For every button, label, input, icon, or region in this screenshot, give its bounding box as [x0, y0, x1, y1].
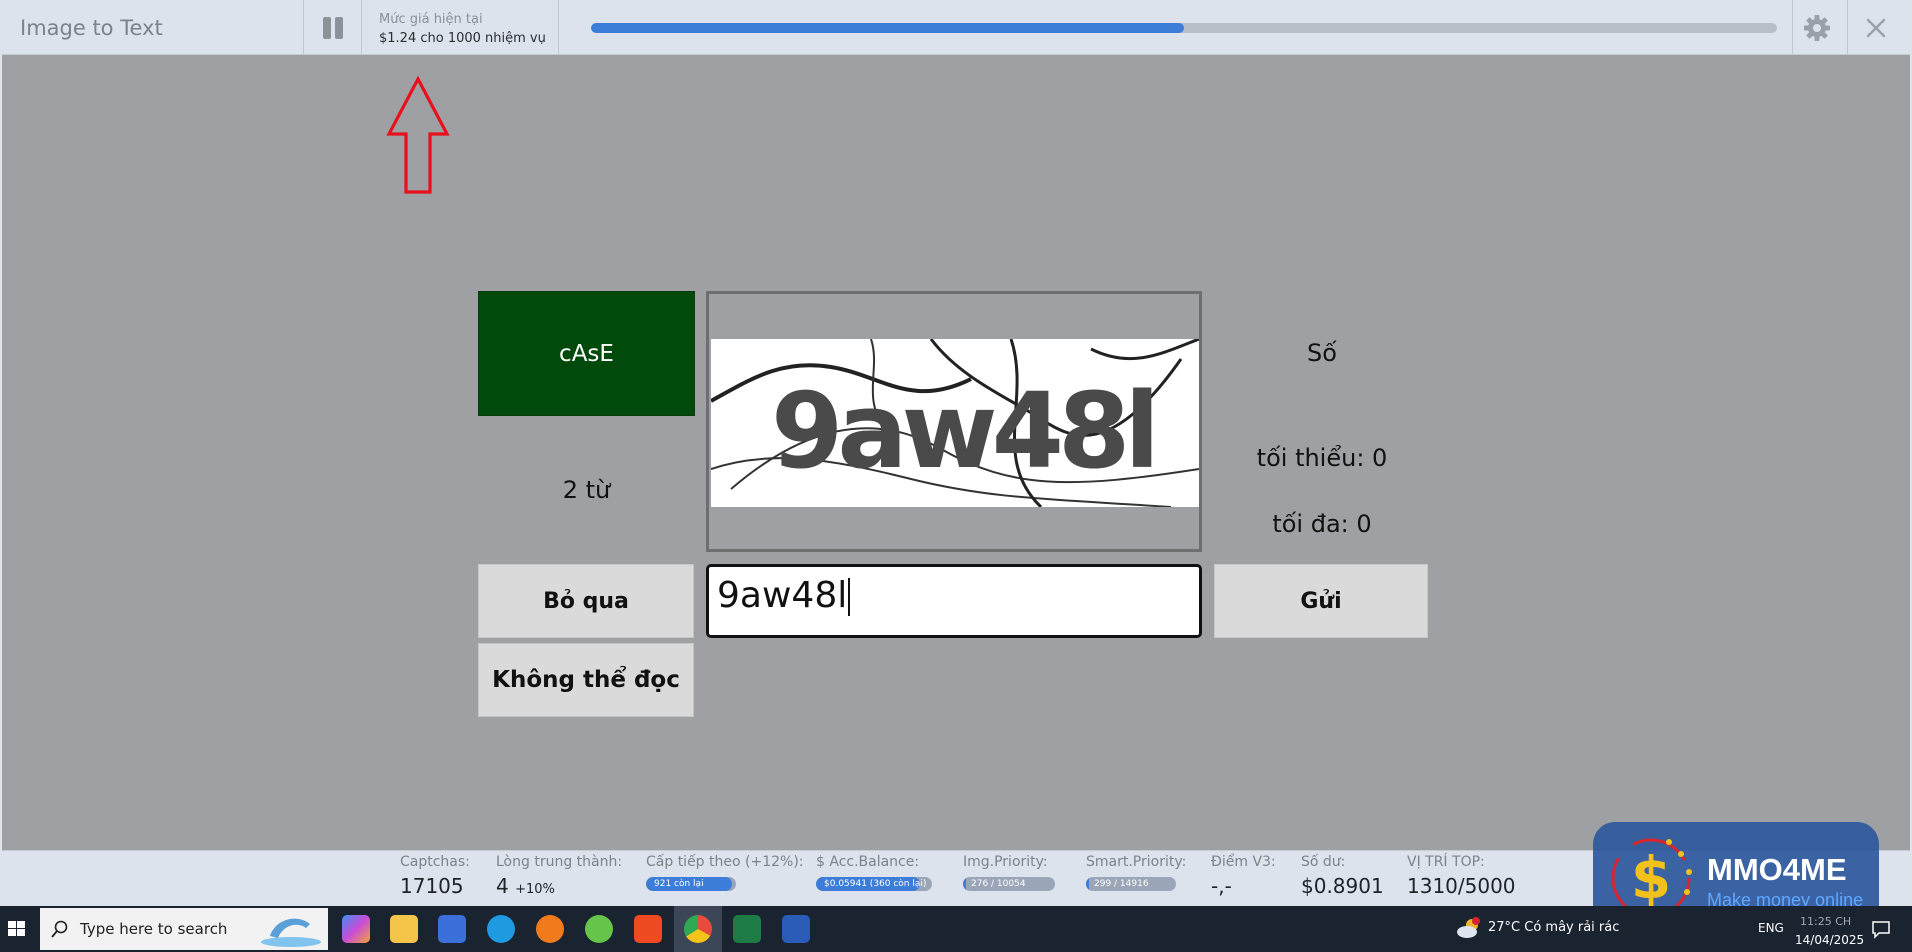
stat-next-level: Cấp tiếp theo (+12%): 921 còn lại [646, 854, 804, 891]
divider [1847, 0, 1848, 55]
annotation-arrow-icon [386, 76, 450, 194]
price-value: $1.24 cho 1000 nhiệm vụ [379, 31, 546, 46]
app-icon[interactable] [585, 915, 613, 943]
next-level-bar: 921 còn lại [646, 877, 736, 891]
close-icon[interactable] [1860, 12, 1892, 44]
language-indicator[interactable]: ENG [1758, 921, 1784, 935]
captcha-image: 9aw48l [711, 339, 1199, 507]
skip-button[interactable]: Bỏ qua [478, 564, 694, 638]
word-icon[interactable] [782, 915, 810, 943]
smart-priority-bar: 299 / 14916 [1086, 877, 1176, 891]
stat-v3-score: Điểm V3: -,- [1211, 854, 1276, 898]
stat-label: Điểm V3: [1211, 854, 1276, 870]
clock-time: 11:25 CH [1800, 915, 1852, 928]
acc-balance-bar: $0.05941 (360 còn lại) [816, 877, 932, 891]
divider [558, 0, 559, 55]
price-label: Mức giá hiện tại [379, 12, 483, 27]
excel-icon[interactable] [733, 915, 761, 943]
stat-value: -,- [1211, 874, 1232, 898]
watermark-title: MMO4ME [1707, 852, 1847, 887]
stat-label: Cấp tiếp theo (+12%): [646, 854, 804, 870]
stat-value: 1310/5000 [1407, 874, 1516, 898]
notification-icon[interactable] [1870, 918, 1892, 940]
stat-label: Captchas: [400, 854, 470, 870]
img-priority-text: 276 / 10054 [971, 879, 1026, 889]
pause-icon [335, 17, 343, 39]
taskbar-search-box[interactable]: Type here to search [40, 908, 328, 950]
captcha-app-window: Image to Text Mức giá hiện tại $1.24 cho… [0, 0, 1912, 906]
windows-taskbar: Type here to search 27°C Có mây rải rác … [0, 906, 1912, 952]
file-explorer-icon[interactable] [390, 915, 418, 943]
weather-text: 27°C Có mây rải rác [1488, 920, 1620, 935]
search-icon [51, 920, 68, 938]
stat-label: Img.Priority: [963, 854, 1048, 870]
captcha-image-frame: 9aw48l [706, 291, 1202, 552]
brave-icon[interactable] [634, 915, 662, 943]
pause-button[interactable] [304, 0, 360, 55]
weather-icon[interactable] [1456, 916, 1482, 940]
word-count-hint: 2 từ [562, 476, 611, 504]
svg-text:$: $ [1631, 844, 1671, 912]
acc-balance-text: $0.05941 (360 còn lại) [824, 879, 927, 889]
dolphin-icon [261, 918, 321, 947]
loyalty-value: 4 [496, 874, 509, 898]
next-level-text: 921 còn lại [654, 879, 704, 889]
divider [361, 0, 362, 55]
stat-loyalty: Lòng trung thành: 4 +10% [496, 854, 622, 898]
firefox-icon[interactable] [536, 915, 564, 943]
stat-img-priority: Img.Priority: 276 / 10054 [963, 854, 1055, 891]
min-length-hint: tối thiểu: 0 [1256, 444, 1388, 472]
send-button[interactable]: Gửi [1214, 564, 1428, 638]
stat-label: Smart.Priority: [1086, 854, 1187, 870]
stat-smart-priority: Smart.Priority: 299 / 14916 [1086, 854, 1187, 891]
search-placeholder: Type here to search [80, 920, 228, 938]
stat-balance: Số dư: $0.8901 [1301, 854, 1384, 898]
stat-acc-balance: $ Acc.Balance: $0.05941 (360 còn lại) [816, 854, 932, 891]
stat-label: Số dư: [1301, 854, 1346, 870]
unreadable-button[interactable]: Không thể đọc [478, 643, 694, 717]
stat-top-rank: VỊ TRÍ TOP: 1310/5000 [1407, 854, 1516, 898]
clock-date[interactable]: 14/04/2025 [1795, 933, 1864, 947]
answer-value: 9aw48l [717, 575, 848, 616]
windows-start-icon[interactable] [0, 906, 34, 952]
stat-label: VỊ TRÍ TOP: [1407, 854, 1485, 870]
type-hint: Số [1307, 339, 1337, 367]
app-title: Image to Text [20, 16, 163, 40]
edge-icon[interactable] [487, 915, 515, 943]
img-priority-fill [963, 877, 966, 891]
smart-priority-text: 299 / 14916 [1094, 879, 1149, 889]
max-length-hint: tối đa: 0 [1272, 510, 1372, 538]
chrome-icon[interactable] [684, 915, 712, 943]
divider [1792, 0, 1793, 55]
stat-label: $ Acc.Balance: [816, 854, 920, 870]
captcha-picture: 9aw48l [711, 339, 1199, 507]
store-icon[interactable] [438, 915, 466, 943]
loyalty-bonus: +10% [515, 882, 555, 897]
gear-icon[interactable] [1802, 13, 1832, 43]
task-progress-bar [591, 23, 1777, 33]
stat-value: $0.8901 [1301, 874, 1384, 898]
pause-icon [323, 17, 331, 39]
captcha-text: 9aw48l [771, 370, 1154, 492]
title-bar: Image to Text Mức giá hiện tại $1.24 cho… [2, 0, 1910, 55]
stat-value: 17105 [400, 874, 464, 898]
text-caret [848, 578, 851, 616]
task-progress-fill [591, 23, 1184, 33]
smart-priority-fill [1086, 877, 1089, 891]
img-priority-bar: 276 / 10054 [963, 877, 1055, 891]
copilot-icon[interactable] [342, 915, 370, 943]
case-sensitive-badge: cAsE [478, 291, 695, 416]
answer-input[interactable]: 9aw48l [706, 564, 1202, 638]
stat-value: 4 +10% [496, 874, 622, 898]
stat-label: Lòng trung thành: [496, 854, 623, 870]
stat-captchas: Captchas: 17105 [400, 854, 470, 898]
